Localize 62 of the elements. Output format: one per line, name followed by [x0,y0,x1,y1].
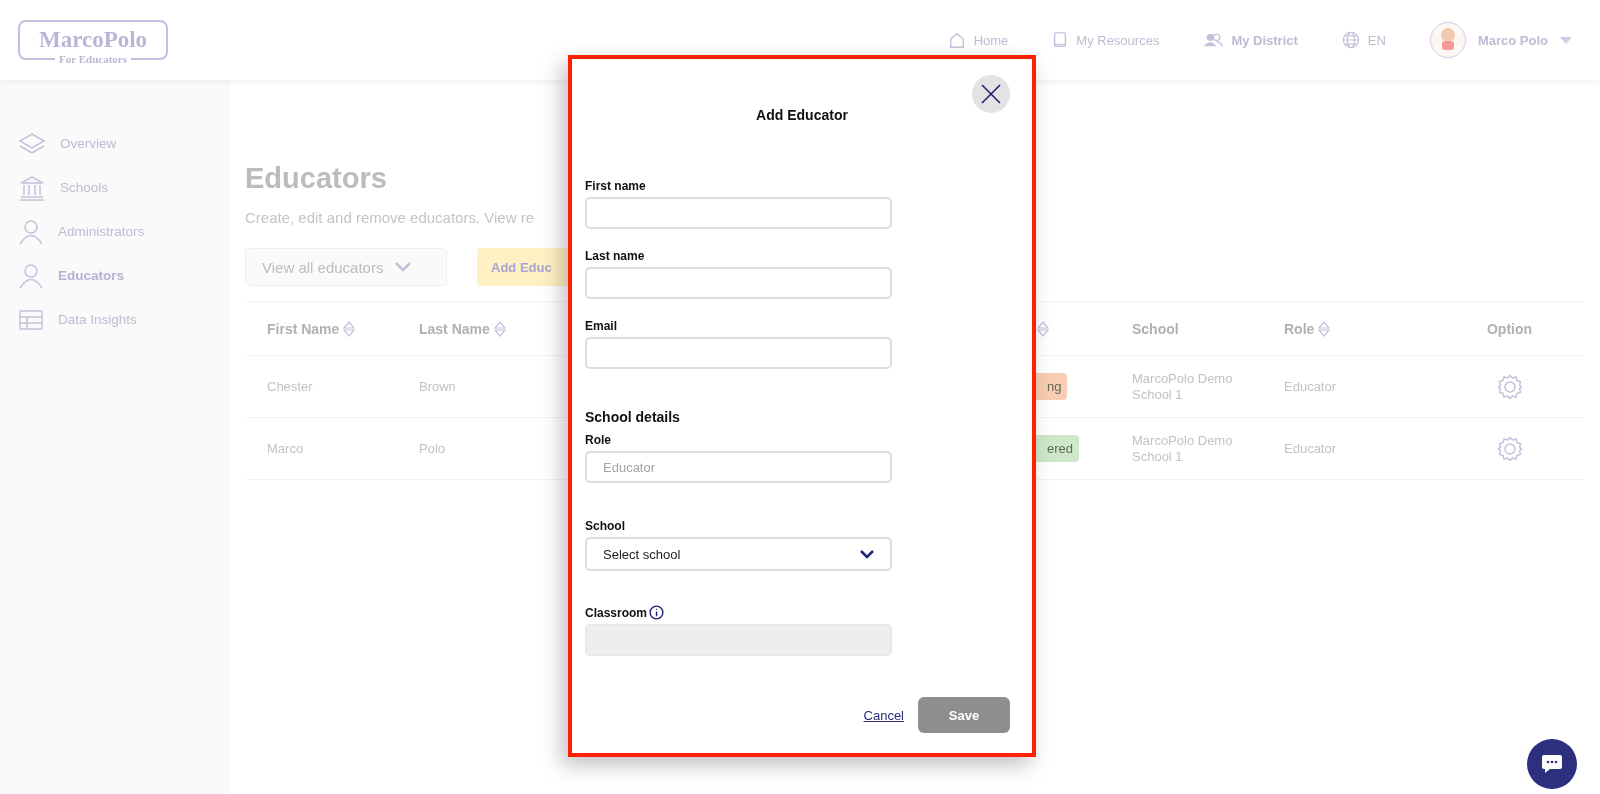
avatar-icon [1429,22,1466,58]
user-menu[interactable]: Marco Polo [1429,22,1572,58]
column-header[interactable]: Role [1284,319,1331,338]
page-title: Educators [245,162,387,195]
input-field[interactable] [585,267,892,299]
layers-icon [18,131,46,156]
sort-icon[interactable] [1318,319,1331,338]
cancel-link[interactable]: Cancel [863,707,904,723]
nav-link[interactable]: Home [947,31,1009,49]
language-selector[interactable]: EN [1341,31,1386,49]
table-cell-text: MarcoPolo Demo School 1 [1132,432,1234,465]
modal-title: Add Educator [755,107,849,123]
sidebar-item[interactable]: Data Insights [18,306,230,333]
sort-icon[interactable] [343,319,356,338]
table-cell-text: MarcoPolo Demo School 1 [1132,370,1234,403]
nav-link[interactable]: My Resources [1052,31,1160,49]
field-label: Email [585,319,617,333]
field-label: School [585,519,625,533]
table-cell-text: Polo [419,440,447,457]
field-label: Role [585,433,611,447]
settings-icon[interactable] [1496,435,1523,462]
sidebar-item[interactable]: Schools [18,174,230,201]
column-header[interactable]: Last Name [419,319,506,338]
input-field[interactable] [585,197,892,229]
person-icon [18,262,44,289]
settings-icon[interactable] [1496,373,1523,400]
caret-down-icon [1560,36,1572,44]
chat-button[interactable] [1527,739,1577,789]
chevron-down-icon [395,262,412,272]
input-field[interactable] [585,337,892,369]
sort-icon[interactable] [493,319,506,338]
bank-icon [18,174,46,201]
nav-link[interactable]: My District [1203,32,1298,48]
field-label: First name [585,179,646,193]
close-button[interactable] [972,75,1010,113]
column-header: School [1132,320,1179,337]
table-cell-text: Educator [1284,440,1338,457]
sidebar-item[interactable]: Overview [18,130,230,157]
chevron-down-icon [860,549,874,559]
sidebar-item[interactable]: Administrators [18,218,230,245]
person-icon [18,218,44,245]
people-icon [1203,32,1224,48]
select-dropdown[interactable]: Select school [585,537,892,571]
sidebar-item[interactable]: Educators [18,262,230,289]
sort-icon[interactable] [1037,319,1049,338]
field-label: Classroom [585,605,648,620]
table-cell-text: Marco [267,440,305,457]
section-heading: School details [585,409,681,425]
close-icon [981,84,1001,104]
book-icon [1052,31,1069,49]
page-description: Create, edit and remove educators. View re [245,209,535,226]
input-field[interactable]: Educator [585,451,892,483]
table-cell-text: Brown [419,378,457,395]
globe-icon [1341,31,1360,49]
chat-icon [1541,754,1563,774]
table-icon [18,308,44,331]
column-header: Option [1486,320,1533,337]
table-cell-text: Chester [267,378,314,395]
filter-dropdown[interactable]: View all educators [245,248,447,286]
house-icon [947,31,966,49]
column-header[interactable]: First Name [267,319,356,338]
table-cell-text: Educator [1284,378,1338,395]
